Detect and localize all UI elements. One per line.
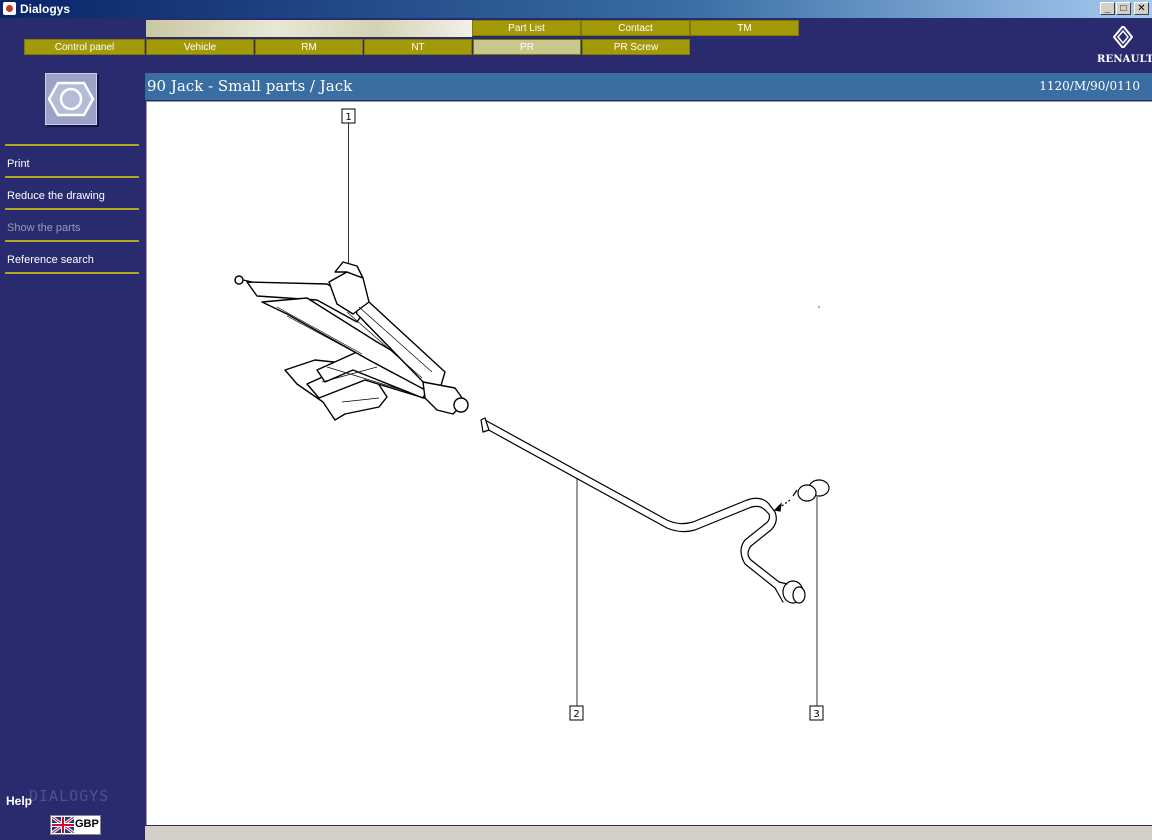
tab-contact[interactable]: Contact	[581, 20, 690, 36]
renault-logo: RENAULT	[1097, 24, 1152, 68]
dialogys-watermark: DIALOGYS	[29, 787, 110, 805]
header-banner	[146, 20, 472, 37]
callout-label: 3	[813, 709, 819, 720]
menu-divider	[5, 240, 139, 242]
uk-flag-icon	[52, 817, 74, 833]
exploded-view-drawing: 1 2 3	[234, 108, 830, 721]
minimize-button[interactable]: _	[1100, 2, 1115, 15]
app-icon	[3, 2, 16, 15]
help-link[interactable]: Help	[6, 794, 32, 808]
tab-nt[interactable]: NT	[364, 39, 472, 55]
print-button[interactable]: Print	[7, 158, 30, 170]
status-bar	[145, 826, 1152, 840]
tab-rm[interactable]: RM	[255, 39, 363, 55]
tab-vehicle[interactable]: Vehicle	[146, 39, 254, 55]
reference-search-button[interactable]: Reference search	[7, 254, 94, 266]
callout-label: 1	[345, 112, 351, 123]
page-title: 90 Jack - Small parts / Jack	[147, 77, 353, 95]
top-navigation: Part List Contact TM Control panel Vehic…	[0, 18, 1152, 73]
wheel-nut-adapter	[773, 479, 830, 512]
drawing-reference: 1120/M/90/0110	[1039, 79, 1140, 93]
callout-3[interactable]: 3	[809, 497, 824, 721]
drawing-speck	[818, 306, 820, 308]
menu-divider	[5, 144, 139, 146]
show-parts-button[interactable]: Show the parts	[7, 222, 80, 234]
menu-divider	[5, 176, 139, 178]
menu-divider	[5, 208, 139, 210]
content-header: 90 Jack - Small parts / Jack 1120/M/90/0…	[145, 73, 1152, 100]
menu-divider	[5, 272, 139, 274]
tab-part-list[interactable]: Part List	[472, 20, 581, 36]
window-title: Dialogys	[20, 2, 71, 16]
tab-control-panel[interactable]: Control panel	[24, 39, 145, 55]
callout-label: 2	[573, 709, 579, 720]
language-selector[interactable]: GBP	[50, 815, 101, 835]
tab-pr-screw[interactable]: PR Screw	[582, 39, 690, 55]
renault-diamond-icon	[1113, 26, 1133, 48]
tab-tm[interactable]: TM	[690, 20, 799, 36]
scissor-jack	[234, 261, 469, 421]
window-title-bar: Dialogys _ □ ✕	[0, 0, 1152, 18]
parts-drawing[interactable]: 1 2 3	[146, 101, 1152, 825]
close-button[interactable]: ✕	[1134, 2, 1149, 15]
callout-1[interactable]: 1	[341, 108, 356, 280]
reduce-drawing-button[interactable]: Reduce the drawing	[7, 190, 105, 202]
currency-code: GBP	[75, 818, 99, 830]
tab-pr[interactable]: PR	[473, 39, 581, 55]
crank-handle	[480, 417, 806, 604]
brand-name: RENAULT	[1097, 54, 1152, 65]
callout-2[interactable]: 2	[569, 479, 584, 721]
hex-nut-icon	[45, 73, 97, 125]
maximize-button[interactable]: □	[1116, 2, 1131, 15]
sidebar: Print Reduce the drawing Show the parts …	[0, 73, 145, 840]
